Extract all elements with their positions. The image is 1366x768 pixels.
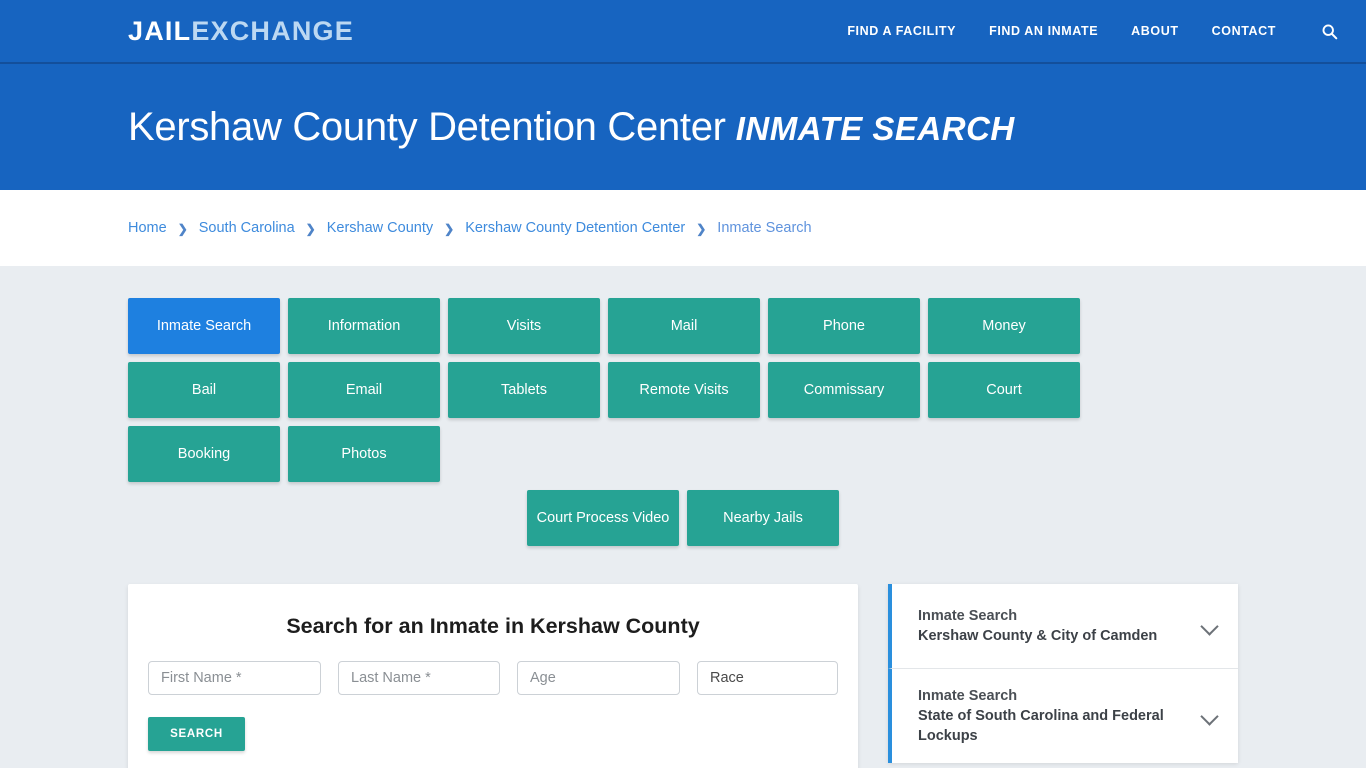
primary-navigation: FIND A FACILITY FIND AN INMATE ABOUT CON… [847,20,1342,42]
tab-mail[interactable]: Mail [608,298,760,354]
tab-inmate-search[interactable]: Inmate Search [128,298,280,354]
page-section-label: INMATE SEARCH [735,110,1015,147]
tab-tablets[interactable]: Tablets [448,362,600,418]
age-input[interactable] [517,661,680,695]
breadcrumb-bar: Home ❯ South Carolina ❯ Kershaw County ❯… [0,190,1366,266]
search-icon[interactable] [1318,20,1340,42]
search-submit-button[interactable]: SEARCH [148,717,245,751]
breadcrumb-item-facility[interactable]: Kershaw County Detention Center [465,220,685,236]
breadcrumb-separator-icon: ❯ [696,222,707,236]
accordion-item-county[interactable]: Inmate Search Kershaw County & City of C… [888,584,1238,669]
accordion-item-state-federal[interactable]: Inmate Search State of South Carolina an… [888,669,1238,763]
main-content: Inmate Search Information Visits Mail Ph… [0,266,1366,768]
tab-court[interactable]: Court [928,362,1080,418]
chevron-down-icon[interactable] [1200,615,1222,637]
tab-remote-visits[interactable]: Remote Visits [608,362,760,418]
facility-tab-bar: Inmate Search Information Visits Mail Ph… [128,298,1238,482]
inmate-search-accordion: Inmate Search Kershaw County & City of C… [888,584,1238,763]
tab-email[interactable]: Email [288,362,440,418]
breadcrumb-item-state[interactable]: South Carolina [199,220,295,236]
facility-tab-bar-row3: Court Process Video Nearby Jails [128,490,1238,546]
inmate-search-card: Search for an Inmate in Kershaw County R… [128,584,858,768]
breadcrumb-item-current: Inmate Search [717,220,812,236]
nav-find-an-inmate[interactable]: FIND AN INMATE [989,24,1098,38]
search-form-heading: Search for an Inmate in Kershaw County [286,614,700,638]
accordion-item-text: Inmate Search State of South Carolina an… [918,686,1190,746]
breadcrumb-separator-icon: ❯ [177,222,188,236]
tab-photos[interactable]: Photos [288,426,440,482]
first-name-input[interactable] [148,661,321,695]
right-column: Inmate Search Kershaw County & City of C… [888,584,1238,763]
chevron-down-icon[interactable] [1200,705,1222,727]
search-fields: Race [148,661,838,695]
tab-commissary[interactable]: Commissary [768,362,920,418]
tab-money[interactable]: Money [928,298,1080,354]
last-name-input[interactable] [338,661,500,695]
nav-contact[interactable]: CONTACT [1212,24,1276,38]
accordion-item-title: Inmate Search [918,688,1018,704]
accordion-item-subtitle: State of South Carolina and Federal Lock… [918,708,1164,744]
accordion-item-subtitle: Kershaw County & City of Camden [918,628,1158,644]
site-header: JAILEXCHANGE FIND A FACILITY FIND AN INM… [0,0,1366,64]
facility-name: Kershaw County Detention Center [128,105,726,149]
race-select[interactable]: Race [697,661,838,695]
breadcrumb-separator-icon: ❯ [305,222,316,236]
nav-about[interactable]: ABOUT [1131,24,1178,38]
nav-find-a-facility[interactable]: FIND A FACILITY [847,24,956,38]
breadcrumb-separator-icon: ❯ [444,222,455,236]
tab-phone[interactable]: Phone [768,298,920,354]
breadcrumb: Home ❯ South Carolina ❯ Kershaw County ❯… [128,220,812,236]
breadcrumb-item-home[interactable]: Home [128,220,167,236]
left-column: Search for an Inmate in Kershaw County R… [128,584,858,768]
tab-booking[interactable]: Booking [128,426,280,482]
tab-nearby-jails[interactable]: Nearby Jails [687,490,839,546]
accordion-item-text: Inmate Search Kershaw County & City of C… [918,606,1190,646]
tab-visits[interactable]: Visits [448,298,600,354]
page-banner: Kershaw County Detention Center INMATE SE… [0,64,1366,190]
breadcrumb-item-county[interactable]: Kershaw County [327,220,433,236]
logo-text-jail: JAIL [128,15,192,46]
tab-court-process-video[interactable]: Court Process Video [527,490,679,546]
tab-bail[interactable]: Bail [128,362,280,418]
site-logo[interactable]: JAILEXCHANGE [128,15,354,46]
tab-information[interactable]: Information [288,298,440,354]
page-title: Kershaw County Detention Center INMATE SE… [128,105,1015,149]
accordion-item-title: Inmate Search [918,608,1018,624]
logo-text-exchange: EXCHANGE [191,15,354,46]
